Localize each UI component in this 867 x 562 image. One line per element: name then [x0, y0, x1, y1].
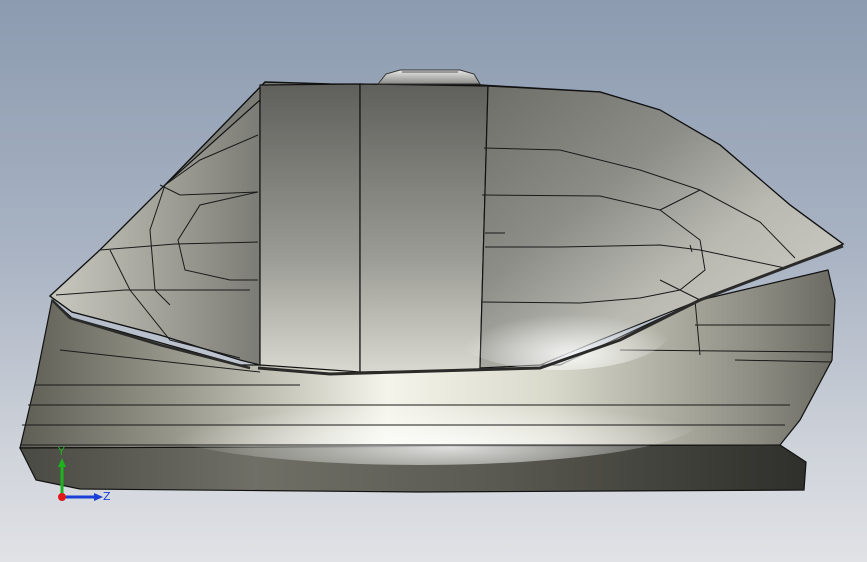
top-cap	[376, 69, 481, 85]
x-axis-dot	[58, 493, 66, 501]
z-axis-label: Z	[103, 490, 111, 503]
graphics-viewport[interactable]: Y Z	[0, 0, 867, 562]
model-view[interactable]: Y Z	[0, 0, 867, 562]
y-axis-label: Y	[57, 445, 65, 458]
